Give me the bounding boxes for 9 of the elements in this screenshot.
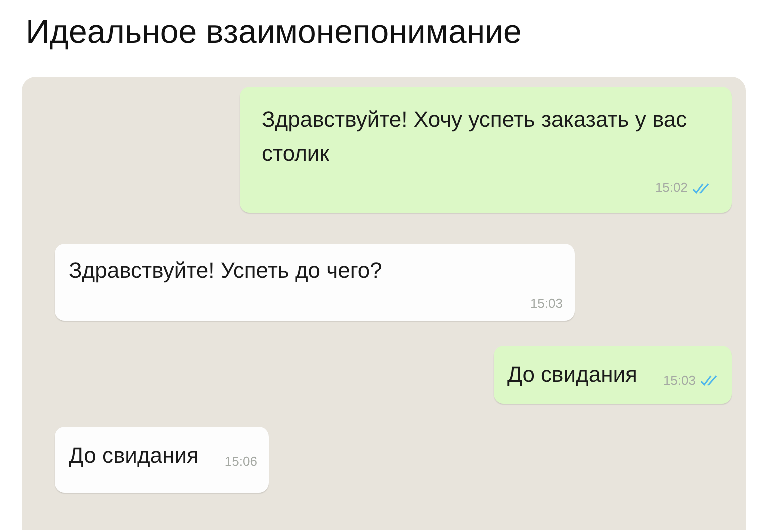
message-text: Здравствуйте! Хочу успеть заказать у вас столик [262,106,688,168]
message-time: 15:02 [655,179,688,197]
message-time: 15:06 [224,454,258,469]
message-text: До свидания [69,443,199,469]
message-time: 15:03 [530,296,563,311]
message-text: Здравствуйте! Успеть до чего? [69,258,384,284]
caption-text: Идеальное взаимонепонимание [25,12,523,52]
message-text: До свидания [508,362,638,388]
message-time: 15:03 [663,373,696,388]
